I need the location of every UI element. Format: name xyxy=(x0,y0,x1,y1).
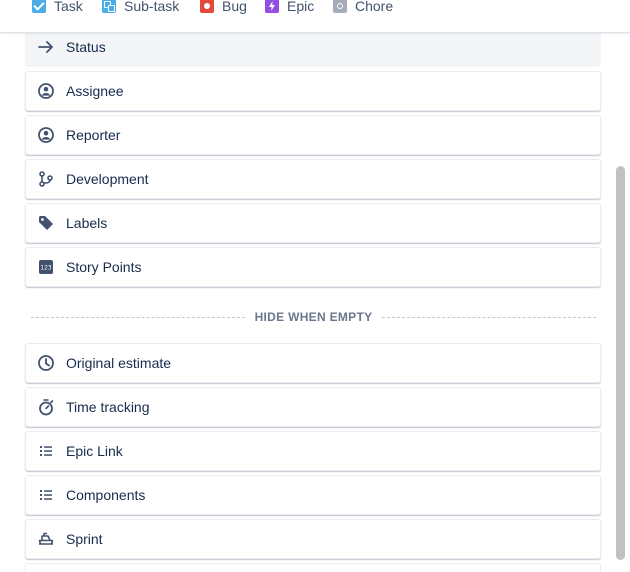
subtask-icon xyxy=(102,0,116,13)
field-label: Original estimate xyxy=(66,355,172,371)
field-label: Development xyxy=(66,171,149,187)
field-row-original-estimate[interactable]: Original estimate xyxy=(25,343,601,383)
field-row-assignee[interactable]: Assignee xyxy=(25,71,601,111)
issue-type-bug[interactable]: Bug xyxy=(200,0,247,14)
stopwatch-icon xyxy=(37,398,55,416)
clock-icon xyxy=(37,354,55,372)
field-row-components[interactable]: Components xyxy=(25,475,601,515)
branch-icon xyxy=(37,170,55,188)
issue-type-subtask[interactable]: Sub-task xyxy=(102,0,179,14)
field-row-partial[interactable] xyxy=(25,563,601,572)
issue-type-task[interactable]: Task xyxy=(32,0,83,14)
ship-icon xyxy=(37,530,55,548)
field-label: Status xyxy=(66,39,106,55)
issue-type-label: Chore xyxy=(355,0,394,14)
field-row-labels[interactable]: Labels xyxy=(25,203,601,243)
field-label: Reporter xyxy=(66,127,121,143)
tag-icon xyxy=(37,214,55,232)
list-icon xyxy=(37,486,55,504)
field-label: Components xyxy=(66,487,146,503)
divider-label: HIDE WHEN EMPTY xyxy=(254,310,373,324)
scrollbar-thumb[interactable] xyxy=(616,166,625,560)
field-label: Sprint xyxy=(66,531,103,547)
field-row-time-tracking[interactable]: Time tracking xyxy=(25,387,601,427)
field-row-development[interactable]: Development xyxy=(25,159,601,199)
list-icon xyxy=(37,442,55,460)
issue-type-label: Sub-task xyxy=(124,0,180,14)
bug-icon xyxy=(200,0,214,13)
field-row-reporter[interactable]: Reporter xyxy=(25,115,601,155)
hide-when-empty-divider: HIDE WHEN EMPTY xyxy=(31,309,596,325)
arrow-right-icon xyxy=(37,38,55,56)
field-row-status[interactable]: Status xyxy=(25,33,601,67)
svg-text:123: 123 xyxy=(40,265,52,272)
issue-type-label: Task xyxy=(54,0,83,14)
divider-line xyxy=(31,316,245,318)
field-list: Status Assignee Reporter Development Lab… xyxy=(0,33,630,572)
field-label: Time tracking xyxy=(66,399,150,415)
user-avatar-icon xyxy=(37,82,55,100)
chore-icon xyxy=(333,0,347,13)
field-label: Labels xyxy=(66,215,108,231)
task-icon xyxy=(32,0,46,13)
number-icon: 123 xyxy=(37,258,55,276)
field-label: Epic Link xyxy=(66,443,123,459)
issue-type-bar: Task Sub-task Bug Epic Chore xyxy=(0,0,630,33)
field-label: Story Points xyxy=(66,259,142,275)
field-row-epic-link[interactable]: Epic Link xyxy=(25,431,601,471)
issue-type-label: Epic xyxy=(287,0,315,14)
epic-icon xyxy=(265,0,279,13)
field-label: Assignee xyxy=(66,83,124,99)
field-row-sprint[interactable]: Sprint xyxy=(25,519,601,559)
field-row-story-points[interactable]: 123 Story Points xyxy=(25,247,601,287)
issue-type-chore[interactable]: Chore xyxy=(333,0,393,14)
issue-type-label: Bug xyxy=(222,0,247,14)
issue-type-epic[interactable]: Epic xyxy=(265,0,314,14)
divider-line xyxy=(382,316,596,318)
user-avatar-icon xyxy=(37,126,55,144)
